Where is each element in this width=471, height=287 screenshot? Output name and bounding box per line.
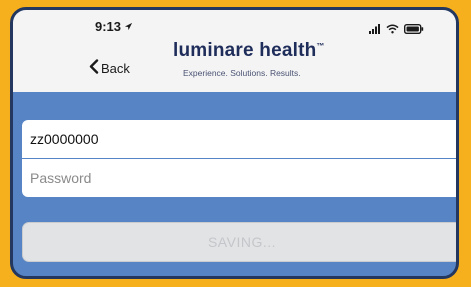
- saving-button-label: SAVING...: [207, 234, 277, 250]
- brand-tagline: Experience. Solutions. Results.: [183, 68, 301, 78]
- status-time: 9:13: [95, 19, 133, 34]
- battery-icon: [403, 21, 424, 39]
- app-header: 9:13 Back luminare health™ Experience. S…: [13, 10, 456, 92]
- username-input[interactable]: [30, 131, 456, 147]
- back-label: Back: [101, 60, 130, 76]
- brand-name: luminare health: [173, 40, 317, 61]
- status-time-text: 9:13: [95, 19, 122, 34]
- phone-frame: 9:13 Back luminare health™ Experience. S…: [10, 7, 459, 279]
- signal-bars-icon: [369, 21, 381, 39]
- back-button[interactable]: Back: [89, 59, 130, 77]
- trademark-mark: ™: [316, 41, 325, 51]
- username-field[interactable]: [22, 120, 456, 158]
- saving-button[interactable]: SAVING...: [22, 222, 456, 262]
- wifi-icon: [386, 21, 399, 39]
- location-arrow-icon: [124, 19, 133, 34]
- password-input[interactable]: [30, 170, 456, 186]
- password-field[interactable]: [22, 159, 456, 197]
- chevron-left-icon: [89, 59, 99, 77]
- brand-logo: luminare health™ Experience. Solutions. …: [173, 40, 333, 78]
- status-icons: [369, 21, 424, 39]
